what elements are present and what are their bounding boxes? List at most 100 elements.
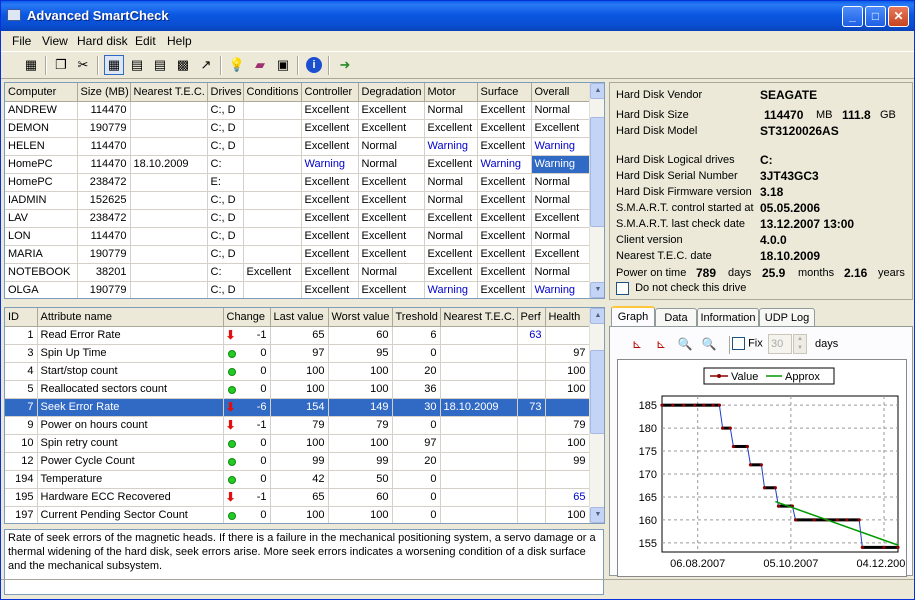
- fix-label: Fix: [748, 337, 763, 350]
- col-health[interactable]: Health: [545, 308, 590, 327]
- computer-row[interactable]: HELEN 114470 C:, D Excellent Normal Warning Ex…: [5, 137, 590, 156]
- attribute-row[interactable]: 1 Read Error Rate ⬇ -1 65 60 6 63: [5, 326, 590, 345]
- col-attr-nearest-tec[interactable]: Nearest T.E.C.: [440, 308, 518, 327]
- computer-cell: HomePC: [5, 155, 78, 174]
- computer-row[interactable]: NOTEBOOK 38201 C: Excellent Excellent Normal E…: [5, 263, 590, 282]
- computer-row[interactable]: OLGA 190779 C:, D Excellent Excellent Warning…: [5, 281, 590, 298]
- menu-edit[interactable]: Edit: [135, 34, 156, 48]
- attribute-row[interactable]: 197 Current Pending Sector Count 0 100 100 0 1…: [5, 506, 590, 523]
- col-worst-value[interactable]: Worst value: [328, 308, 393, 327]
- col-size[interactable]: Size (MB): [77, 83, 131, 102]
- menu-hard-disk[interactable]: Hard disk: [77, 34, 128, 48]
- info-icon[interactable]: i: [304, 55, 324, 75]
- attributes-scrollbar[interactable]: ▲ ▼: [589, 308, 604, 523]
- menu-help[interactable]: Help: [167, 34, 192, 48]
- y-tick-label: 185: [639, 400, 657, 412]
- computer-row[interactable]: LON 114470 C:, D Excellent Excellent Normal Ex…: [5, 227, 590, 246]
- computer-row[interactable]: ANDREW 114470 C:, D Excellent Excellent Norma…: [5, 101, 590, 120]
- attribute-cell: 0: [392, 344, 441, 363]
- graph-approx-icon[interactable]: ⊾: [651, 334, 671, 354]
- col-perf[interactable]: Perf: [517, 308, 546, 327]
- fix-days-spinner[interactable]: ▲ ▼: [793, 334, 807, 354]
- attribute-row[interactable]: 3 Spin Up Time 0 97 95 0 97: [5, 344, 590, 363]
- col-last-value[interactable]: Last value: [270, 308, 329, 327]
- view-grid-icon[interactable]: ▦: [104, 55, 124, 75]
- tab-data[interactable]: Data: [655, 308, 697, 328]
- computer-row[interactable]: HomePC 114470 18.10.2009 C: Warning Normal Exc…: [5, 155, 590, 174]
- computer-cell: [130, 101, 208, 120]
- scroll-down-arrow[interactable]: ▼: [590, 507, 604, 523]
- tab-information[interactable]: Information: [697, 308, 759, 328]
- maximize-button[interactable]: □: [865, 6, 886, 27]
- copy-icon[interactable]: ❐: [51, 55, 71, 75]
- attribute-row[interactable]: 10 Spin retry count 0 100 100 97 100: [5, 434, 590, 453]
- view-split-icon[interactable]: ▤: [127, 55, 147, 75]
- attribute-cell: 50: [328, 470, 393, 489]
- lightbulb-icon[interactable]: 💡: [227, 55, 247, 75]
- book-icon[interactable]: ▰: [250, 55, 270, 75]
- title-bar[interactable]: Advanced SmartCheck _ □ ✕: [1, 1, 914, 31]
- exit-icon[interactable]: ➜: [335, 55, 355, 75]
- zoom-in-icon[interactable]: 🔍: [675, 334, 695, 354]
- col-surface[interactable]: Surface: [477, 83, 532, 102]
- scan-network-icon[interactable]: ▦: [21, 55, 41, 75]
- attribute-row[interactable]: 5 Reallocated sectors count 0 100 100 36 100: [5, 380, 590, 399]
- col-nearest-tec[interactable]: Nearest T.E.C.: [130, 83, 208, 102]
- col-degradation[interactable]: Degradation: [358, 83, 425, 102]
- close-button[interactable]: ✕: [888, 6, 909, 27]
- scroll-thumb[interactable]: [590, 117, 604, 227]
- no-check-checkbox[interactable]: [616, 282, 629, 295]
- view-list-icon[interactable]: ▤: [150, 55, 170, 75]
- minimize-button[interactable]: _: [842, 6, 863, 27]
- computer-row[interactable]: HomePC 238472 E: Excellent Excellent Normal Ex…: [5, 173, 590, 192]
- delete-computer-icon[interactable]: ✂: [73, 55, 93, 75]
- col-motor[interactable]: Motor: [424, 83, 478, 102]
- computer-row[interactable]: IADMIN 152625 C:, D Excellent Excellent Norma…: [5, 191, 590, 210]
- settings-icon[interactable]: ▣: [273, 55, 293, 75]
- computer-cell: Excellent: [301, 101, 359, 120]
- computer-row[interactable]: LAV 238472 C:, D Excellent Excellent Excellen…: [5, 209, 590, 228]
- green-dot-icon: [227, 385, 236, 394]
- col-controller[interactable]: Controller: [301, 83, 359, 102]
- col-threshold[interactable]: Treshold: [392, 308, 441, 327]
- scroll-up-arrow[interactable]: ▲: [590, 308, 604, 324]
- attribute-cell: 194: [5, 470, 38, 489]
- computers-scrollbar[interactable]: ▲ ▼: [589, 83, 604, 298]
- attribute-cell: 100: [328, 506, 393, 523]
- attribute-row[interactable]: 195 Hardware ECC Recovered ⬇ -1 65 60 0 65: [5, 488, 590, 507]
- computer-row[interactable]: DEMON 190779 C:, D Excellent Excellent Excell…: [5, 119, 590, 138]
- scroll-up-arrow[interactable]: ▲: [590, 83, 604, 99]
- attribute-row[interactable]: 194 Temperature 0 42 50 0: [5, 470, 590, 489]
- attribute-row[interactable]: 7 Seek Error Rate ⬇ -6 154 149 30 18.10.2009 73: [5, 398, 590, 417]
- col-attribute-name[interactable]: Attribute name: [37, 308, 224, 327]
- computer-cell: IADMIN: [5, 191, 78, 210]
- view-details-icon[interactable]: ▩: [173, 55, 193, 75]
- x-tick-label: 05.10.2007: [763, 558, 818, 570]
- col-change[interactable]: Change: [223, 308, 271, 327]
- graph-line-icon[interactable]: ⊾: [627, 334, 647, 354]
- attribute-row[interactable]: 4 Start/stop count 0 100 100 20 100: [5, 362, 590, 381]
- change-value: 0: [260, 455, 267, 467]
- attribute-row[interactable]: 9 Power on hours count ⬇ -1 79 79 0 79: [5, 416, 590, 435]
- col-overall[interactable]: Overall: [531, 83, 590, 102]
- col-computer[interactable]: Computer: [5, 83, 78, 102]
- scroll-down-arrow[interactable]: ▼: [590, 282, 604, 298]
- col-conditions[interactable]: Conditions: [243, 83, 302, 102]
- computer-cell: C:, D: [207, 119, 244, 138]
- computer-cell: Warning: [477, 155, 532, 174]
- computer-cell: Excellent: [477, 227, 532, 246]
- computer-cell: Excellent: [358, 227, 425, 246]
- col-drives[interactable]: Drives: [207, 83, 244, 102]
- attribute-row[interactable]: 12 Power Cycle Count 0 99 99 20 99: [5, 452, 590, 471]
- scroll-thumb[interactable]: [590, 350, 604, 434]
- fix-days-input[interactable]: [768, 334, 792, 354]
- chart-icon[interactable]: ↗: [196, 55, 216, 75]
- computer-row[interactable]: MARIA 190779 C:, D Excellent Excellent Excell…: [5, 245, 590, 264]
- tab-udp-log[interactable]: UDP Log: [759, 308, 815, 328]
- legend-approx-label: Approx: [785, 371, 820, 383]
- menu-view[interactable]: View: [42, 34, 68, 48]
- menu-file[interactable]: File: [12, 34, 31, 48]
- col-id[interactable]: ID: [5, 308, 38, 327]
- zoom-out-icon[interactable]: 🔍: [699, 334, 719, 354]
- fix-checkbox[interactable]: [732, 337, 745, 350]
